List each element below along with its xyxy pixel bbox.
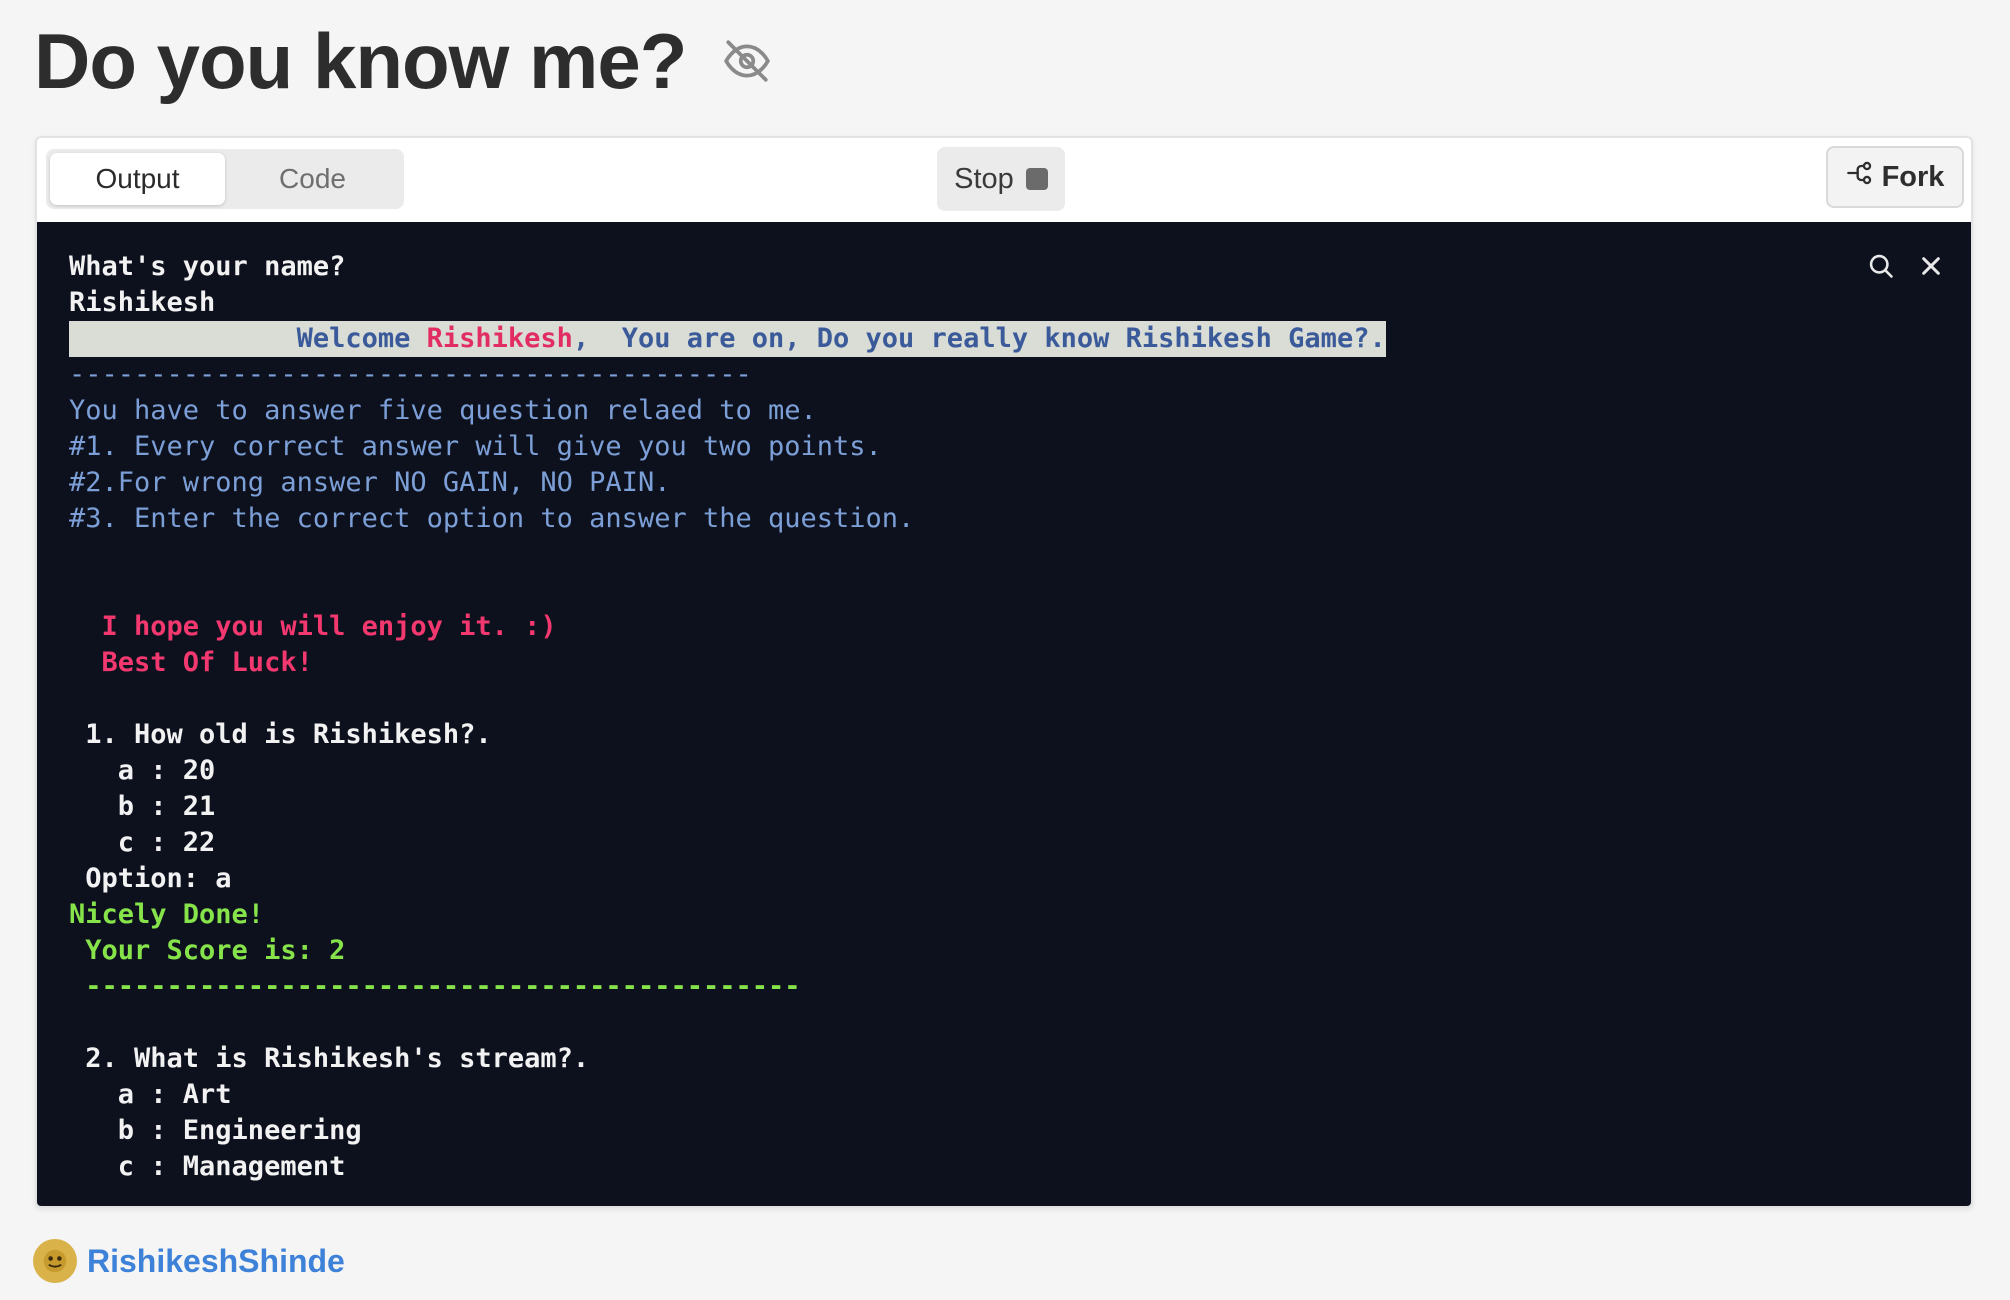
fork-button-label: Fork — [1881, 160, 1945, 193]
console-lines: What's your name? Rishikesh Welcome Rishi… — [69, 249, 1386, 1185]
console-line: Best Of Luck! — [69, 647, 313, 678]
console-line: #3. Enter the correct option to answer t… — [69, 503, 915, 534]
console-line: #1. Every correct answer will give you t… — [69, 431, 882, 462]
welcome-banner: Welcome Rishikesh, You are on, Do you re… — [69, 321, 1386, 357]
view-toggle: Output Code — [46, 149, 404, 209]
welcome-banner-prefix: Welcome — [69, 323, 427, 354]
author-name-link[interactable]: RishikeshShinde — [87, 1243, 345, 1280]
fork-icon — [1846, 159, 1874, 195]
toolbar: Output Code Stop Fork — [37, 138, 1971, 222]
console-line: Nicely Done! — [69, 899, 265, 930]
console-line: Your Score is: 2 — [69, 935, 346, 966]
console-output[interactable]: What's your name? Rishikesh Welcome Rishi… — [37, 222, 1971, 1206]
console-line: 2. What is Rishikesh's stream?. — [69, 1043, 590, 1074]
welcome-banner-suffix: , You are on, Do you really know Rishike… — [572, 323, 1386, 354]
console-line: Option: a — [69, 863, 232, 894]
console-line: You have to answer five question relaed … — [69, 395, 817, 426]
avatar[interactable] — [33, 1239, 77, 1283]
console-line: c : Management — [69, 1151, 346, 1182]
stop-square-icon — [1025, 168, 1048, 190]
console-line: a : Art — [69, 1079, 232, 1110]
console-line: What's your name? — [69, 251, 346, 282]
close-icon[interactable] — [1917, 252, 1945, 280]
console-line: 1. How old is Rishikesh?. — [69, 719, 492, 750]
console-line: b : Engineering — [69, 1115, 362, 1146]
repl-panel: Output Code Stop Fork What's your name? R… — [35, 136, 1973, 1208]
tab-output[interactable]: Output — [50, 153, 225, 205]
console-line: ----------------------------------------… — [69, 971, 801, 1002]
console-actions — [1867, 252, 1945, 280]
console-line: b : 21 — [69, 791, 216, 822]
fork-button[interactable]: Fork — [1826, 146, 1964, 208]
stop-button-label: Stop — [954, 162, 1014, 195]
welcome-banner-name: Rishikesh — [426, 323, 573, 354]
title-row: Do you know me? — [34, 6, 774, 116]
console-line: c : 22 — [69, 827, 216, 858]
console-line: Welcome Rishikesh, You are on, Do you re… — [69, 321, 1386, 357]
author: RishikeshShinde — [33, 1238, 345, 1284]
page-title: Do you know me? — [34, 16, 687, 105]
console-line: Rishikesh — [69, 287, 216, 318]
console-line: ----------------------------------------… — [69, 359, 752, 390]
eye-off-icon[interactable] — [720, 34, 774, 88]
tab-code[interactable]: Code — [225, 153, 400, 205]
console-line: a : 20 — [69, 755, 216, 786]
console-line: I hope you will enjoy it. :) — [69, 611, 557, 642]
console-line: #2.For wrong answer NO GAIN, NO PAIN. — [69, 467, 671, 498]
search-icon[interactable] — [1867, 252, 1895, 280]
stop-button[interactable]: Stop — [937, 147, 1065, 211]
